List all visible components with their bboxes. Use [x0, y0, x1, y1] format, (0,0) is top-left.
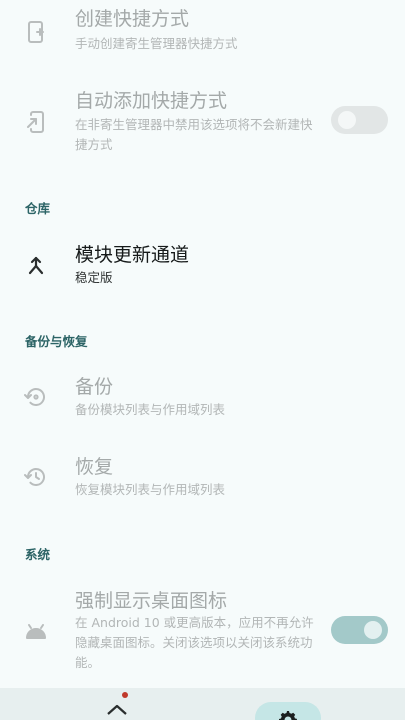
restore-item[interactable]: 恢复 恢复模块列表与作用域列表	[0, 444, 405, 508]
create-shortcut-item[interactable]: 创建快捷方式 手动创建寄生管理器快捷方式	[0, 0, 405, 70]
update-channel-item[interactable]: 模块更新通道 稳定版	[0, 232, 405, 296]
create-shortcut-subtitle: 手动创建寄生管理器快捷方式	[75, 36, 238, 51]
merge-arrow-icon	[24, 254, 48, 278]
backup-title: 备份	[75, 376, 114, 398]
create-shortcut-title: 创建快捷方式	[75, 8, 190, 30]
auto-add-shortcut-subtitle: 在非寄生管理器中禁用该选项将不会新建快捷方式	[75, 117, 313, 152]
nav-home[interactable]	[102, 692, 132, 720]
nav-settings[interactable]	[255, 702, 321, 720]
auto-add-shortcut-switch[interactable]	[331, 106, 388, 134]
backup-subtitle: 备份模块列表与作用域列表	[75, 402, 226, 417]
backup-item[interactable]: 备份 备份模块列表与作用域列表	[0, 364, 405, 428]
force-desktop-icon-subtitle: 在 Android 10 或更高版本，应用不再允许隐藏桌面图标。关闭该选项以关闭…	[75, 615, 314, 670]
shortcut-add-icon	[24, 20, 48, 44]
force-desktop-icon-switch[interactable]	[331, 616, 388, 644]
section-header-system: 系统	[25, 547, 51, 562]
force-desktop-icon-item[interactable]: 强制显示桌面图标 在 Android 10 或更高版本，应用不再允许隐藏桌面图标…	[0, 580, 405, 680]
history-icon	[24, 465, 48, 489]
gear-icon	[279, 711, 297, 720]
update-channel-subtitle: 稳定版	[75, 270, 113, 285]
section-header-backup-restore: 备份与恢复	[25, 334, 88, 349]
switch-thumb	[364, 621, 382, 639]
bottom-navigation	[0, 688, 405, 720]
android-icon	[24, 620, 48, 644]
home-icon	[107, 704, 127, 715]
auto-add-shortcut-title: 自动添加快捷方式	[75, 90, 228, 112]
restore-title: 恢复	[75, 456, 114, 478]
restore-subtitle: 恢复模块列表与作用域列表	[75, 482, 226, 497]
notification-badge	[122, 692, 128, 698]
auto-add-shortcut-item[interactable]: 自动添加快捷方式 在非寄生管理器中禁用该选项将不会新建快捷方式	[0, 84, 405, 164]
section-header-repository: 仓库	[25, 201, 51, 216]
update-channel-title: 模块更新通道	[75, 244, 190, 266]
phone-arrow-icon	[24, 110, 48, 134]
backup-restore-icon	[24, 385, 48, 409]
force-desktop-icon-title: 强制显示桌面图标	[75, 590, 228, 612]
switch-thumb	[338, 111, 356, 129]
